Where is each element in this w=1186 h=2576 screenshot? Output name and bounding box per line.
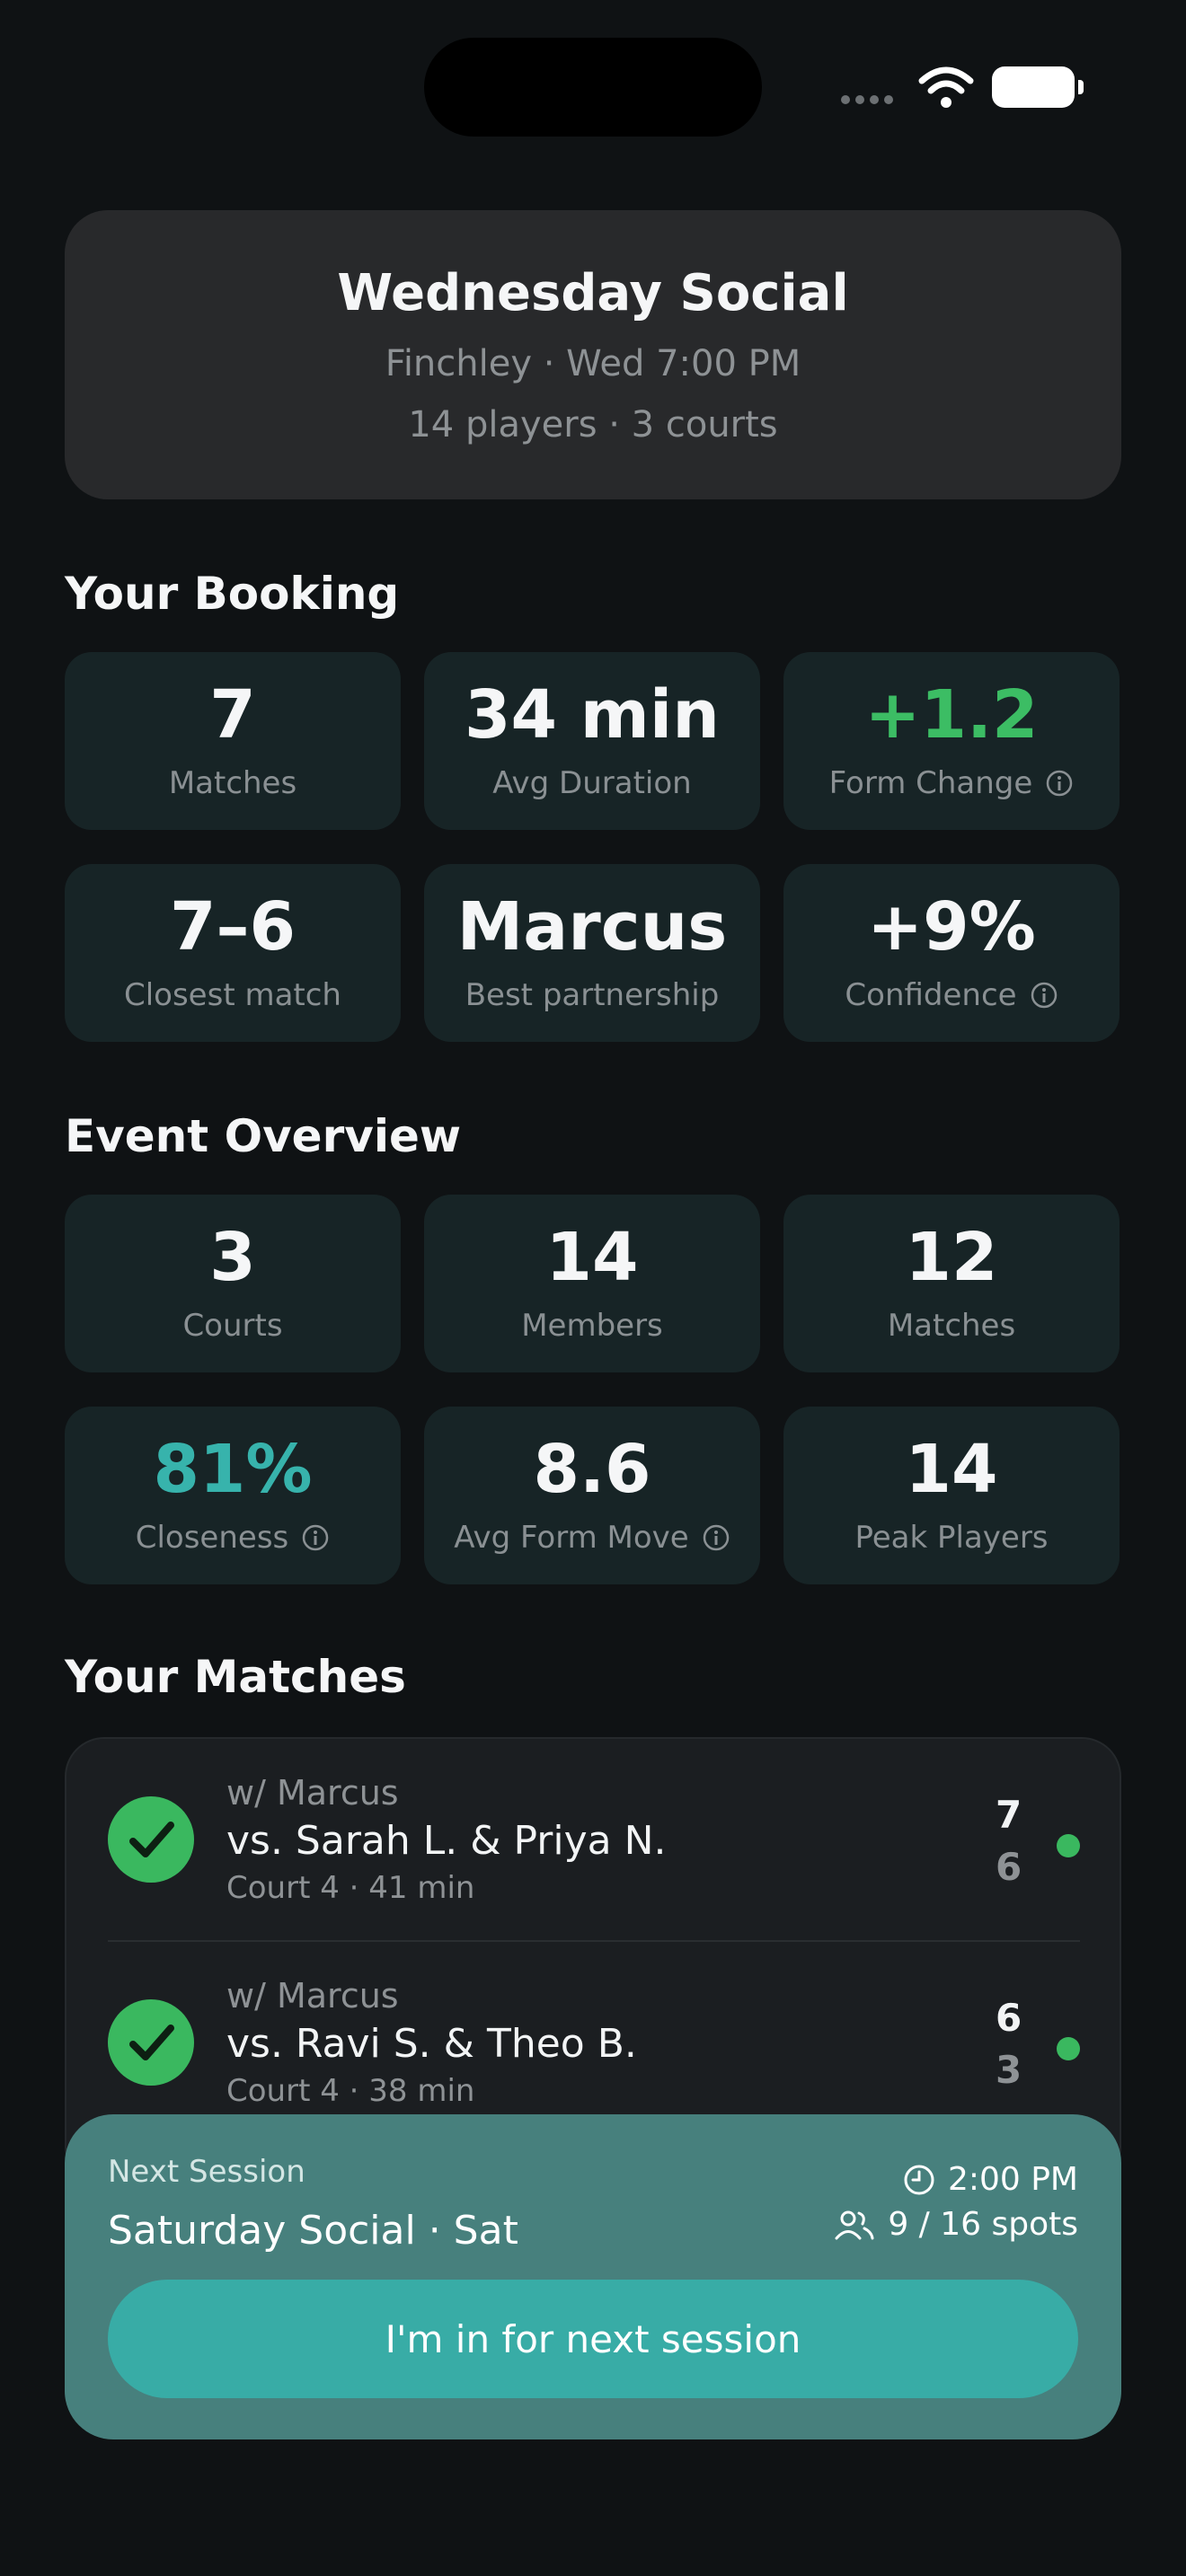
matches-section-title: Your Matches <box>65 1651 406 1703</box>
info-icon[interactable] <box>301 1523 330 1552</box>
stat-label: Form Change <box>828 765 1033 801</box>
match-meta: Court 4 · 41 min <box>226 1870 475 1906</box>
event-title: Wednesday Social <box>337 264 849 322</box>
match-row[interactable]: w/ Marcus vs. Sarah L. & Priya N. Court … <box>66 1739 1120 1942</box>
stat-label: Closeness <box>135 1520 289 1556</box>
next-session-spots: 9 / 16 spots <box>888 2206 1078 2243</box>
stat-label: Avg Form Move <box>454 1520 689 1556</box>
overview-section-title: Event Overview <box>65 1110 462 1162</box>
clock-icon <box>904 2165 934 2194</box>
score-us: 6 <box>996 1996 1022 2040</box>
stat-tile: 7–6 Closest match <box>65 864 401 1042</box>
match-partner: w/ Marcus <box>226 1773 399 1813</box>
next-session-time: 2:00 PM <box>947 2161 1078 2198</box>
info-icon[interactable] <box>1045 769 1074 798</box>
stat-tile: Marcus Best partnership <box>424 864 760 1042</box>
stat-tile: 14 Members <box>424 1195 760 1372</box>
win-check-icon <box>108 1999 194 2086</box>
stat-label: Avg Duration <box>492 765 692 801</box>
result-dot <box>1057 1834 1080 1857</box>
score-us: 7 <box>996 1793 1022 1837</box>
cellular-signal-icon <box>841 95 893 104</box>
win-check-icon <box>108 1796 194 1883</box>
stat-tile: 81% Closeness <box>65 1407 401 1584</box>
event-location-time: Finchley · Wed 7:00 PM <box>385 343 801 384</box>
stat-tile: +1.2 Form Change <box>783 652 1120 830</box>
stat-value: 3 <box>209 1219 256 1296</box>
stat-tile: 12 Matches <box>783 1195 1120 1372</box>
score-them: 3 <box>996 2048 1022 2092</box>
stat-label: Matches <box>168 765 297 801</box>
wifi-icon <box>918 66 974 108</box>
stat-value: 12 <box>905 1219 998 1296</box>
stat-value: Marcus <box>456 888 728 966</box>
stat-value: 81% <box>153 1431 313 1508</box>
next-session-card: Next Session Saturday Social · Sat 2:00 … <box>65 2114 1121 2439</box>
next-session-label: Next Session <box>108 2154 305 2190</box>
stat-tile: 7 Matches <box>65 652 401 830</box>
join-next-session-button[interactable]: I'm in for next session <box>108 2280 1078 2398</box>
match-meta: Court 4 · 38 min <box>226 2073 475 2109</box>
stat-value: 14 <box>905 1431 998 1508</box>
result-dot <box>1057 2037 1080 2060</box>
stat-tile: 8.6 Avg Form Move <box>424 1407 760 1584</box>
stat-label: Closest match <box>123 977 341 1013</box>
stat-value: +9% <box>867 888 1036 966</box>
match-partner: w/ Marcus <box>226 1976 399 2016</box>
stat-label: Courts <box>182 1308 283 1344</box>
stat-tile: +9% Confidence <box>783 864 1120 1042</box>
stat-value: +1.2 <box>864 676 1039 754</box>
status-bar <box>0 0 1186 180</box>
battery-icon <box>992 66 1084 108</box>
dynamic-island <box>424 38 762 137</box>
stat-value: 8.6 <box>533 1431 651 1508</box>
stat-label: Members <box>521 1308 663 1344</box>
stat-label: Matches <box>887 1308 1016 1344</box>
stat-tile: 34 min Avg Duration <box>424 652 760 830</box>
stat-tile: 14 Peak Players <box>783 1407 1120 1584</box>
stat-value: 7 <box>209 676 256 754</box>
booking-section-title: Your Booking <box>65 568 400 620</box>
match-opponents: vs. Sarah L. & Priya N. <box>226 1818 667 1864</box>
stat-label: Confidence <box>845 977 1017 1013</box>
next-session-title: Saturday Social · Sat <box>108 2208 518 2254</box>
event-header-card: Wednesday Social Finchley · Wed 7:00 PM … <box>65 210 1121 499</box>
stat-value: 7–6 <box>170 888 296 966</box>
people-icon <box>835 2210 874 2239</box>
score-them: 6 <box>996 1845 1022 1889</box>
stat-value: 34 min <box>465 676 720 754</box>
event-summary: 14 players · 3 courts <box>408 404 778 446</box>
stat-tile: 3 Courts <box>65 1195 401 1372</box>
stat-label: Peak Players <box>854 1520 1049 1556</box>
info-icon[interactable] <box>702 1523 730 1552</box>
stat-label: Best partnership <box>465 977 720 1013</box>
stat-value: 14 <box>545 1219 639 1296</box>
info-icon[interactable] <box>1030 981 1058 1010</box>
match-opponents: vs. Ravi S. & Theo B. <box>226 2021 637 2067</box>
